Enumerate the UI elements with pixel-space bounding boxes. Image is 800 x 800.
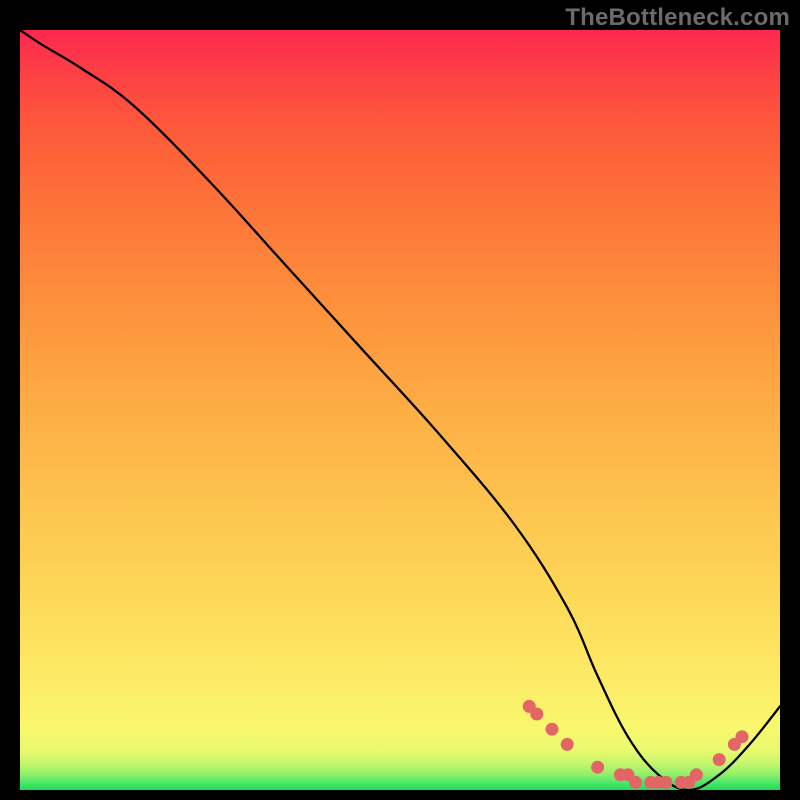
gradient-plot-area xyxy=(20,30,780,790)
data-dot xyxy=(736,730,749,743)
data-dot xyxy=(629,776,642,789)
data-dot xyxy=(561,738,574,751)
data-dots-group xyxy=(523,700,749,789)
data-dot xyxy=(530,708,543,721)
data-dot xyxy=(660,776,673,789)
data-dot xyxy=(591,761,604,774)
watermark-text: TheBottleneck.com xyxy=(565,4,790,32)
data-dot xyxy=(713,753,726,766)
data-dot xyxy=(546,723,559,736)
curve-svg xyxy=(20,30,780,790)
data-dot xyxy=(690,768,703,781)
bottleneck-curve xyxy=(20,30,780,790)
chart-container: TheBottleneck.com xyxy=(0,0,800,800)
